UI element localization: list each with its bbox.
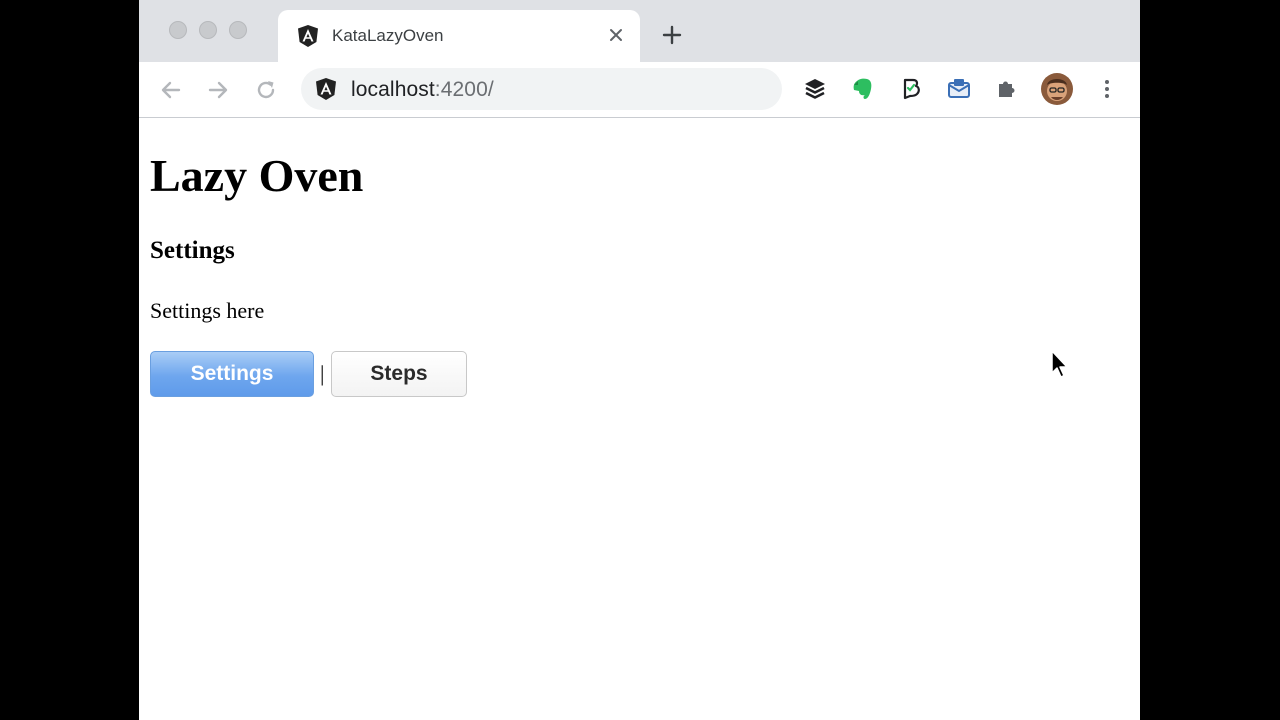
layers-icon[interactable] (801, 75, 829, 103)
url-text: localhost:4200/ (351, 78, 494, 102)
window-close-button[interactable] (169, 21, 187, 39)
url-host: localhost (351, 78, 435, 101)
arrow-left-icon[interactable] (157, 76, 185, 104)
mail-icon[interactable] (945, 75, 973, 103)
angular-icon (298, 25, 318, 47)
section-heading: Settings (150, 237, 235, 264)
browser-toolbar: localhost:4200/ (139, 62, 1140, 118)
steps-button[interactable]: Steps (331, 351, 467, 397)
bookmark-b-icon[interactable] (897, 75, 925, 103)
reload-icon[interactable] (252, 76, 280, 104)
url-path: :4200/ (434, 78, 494, 101)
avatar[interactable] (1040, 72, 1074, 106)
puzzle-icon[interactable] (993, 75, 1021, 103)
page-content: Lazy Oven Settings Settings here Setting… (139, 118, 1140, 720)
nav-separator: | (320, 361, 325, 386)
evernote-icon[interactable] (849, 75, 877, 103)
arrow-right-icon[interactable] (204, 76, 232, 104)
window-minimize-button[interactable] (199, 21, 217, 39)
page-title: Lazy Oven (150, 150, 364, 201)
close-icon[interactable] (604, 23, 628, 47)
browser-window: KataLazyOven localhost:4200/ Lazy Oven S… (139, 0, 1140, 720)
window-maximize-button[interactable] (229, 21, 247, 39)
tab-title: KataLazyOven (332, 26, 444, 45)
mouse-cursor-icon (1051, 350, 1068, 378)
address-bar[interactable]: localhost:4200/ (301, 68, 782, 110)
settings-text: Settings here (150, 298, 265, 323)
more-vert-icon[interactable] (1093, 75, 1121, 103)
active-tab[interactable]: KataLazyOven (278, 10, 640, 62)
tab-strip: KataLazyOven (139, 0, 1140, 62)
settings-button[interactable]: Settings (150, 351, 314, 397)
plus-icon[interactable] (659, 22, 685, 48)
angular-icon (316, 78, 336, 100)
